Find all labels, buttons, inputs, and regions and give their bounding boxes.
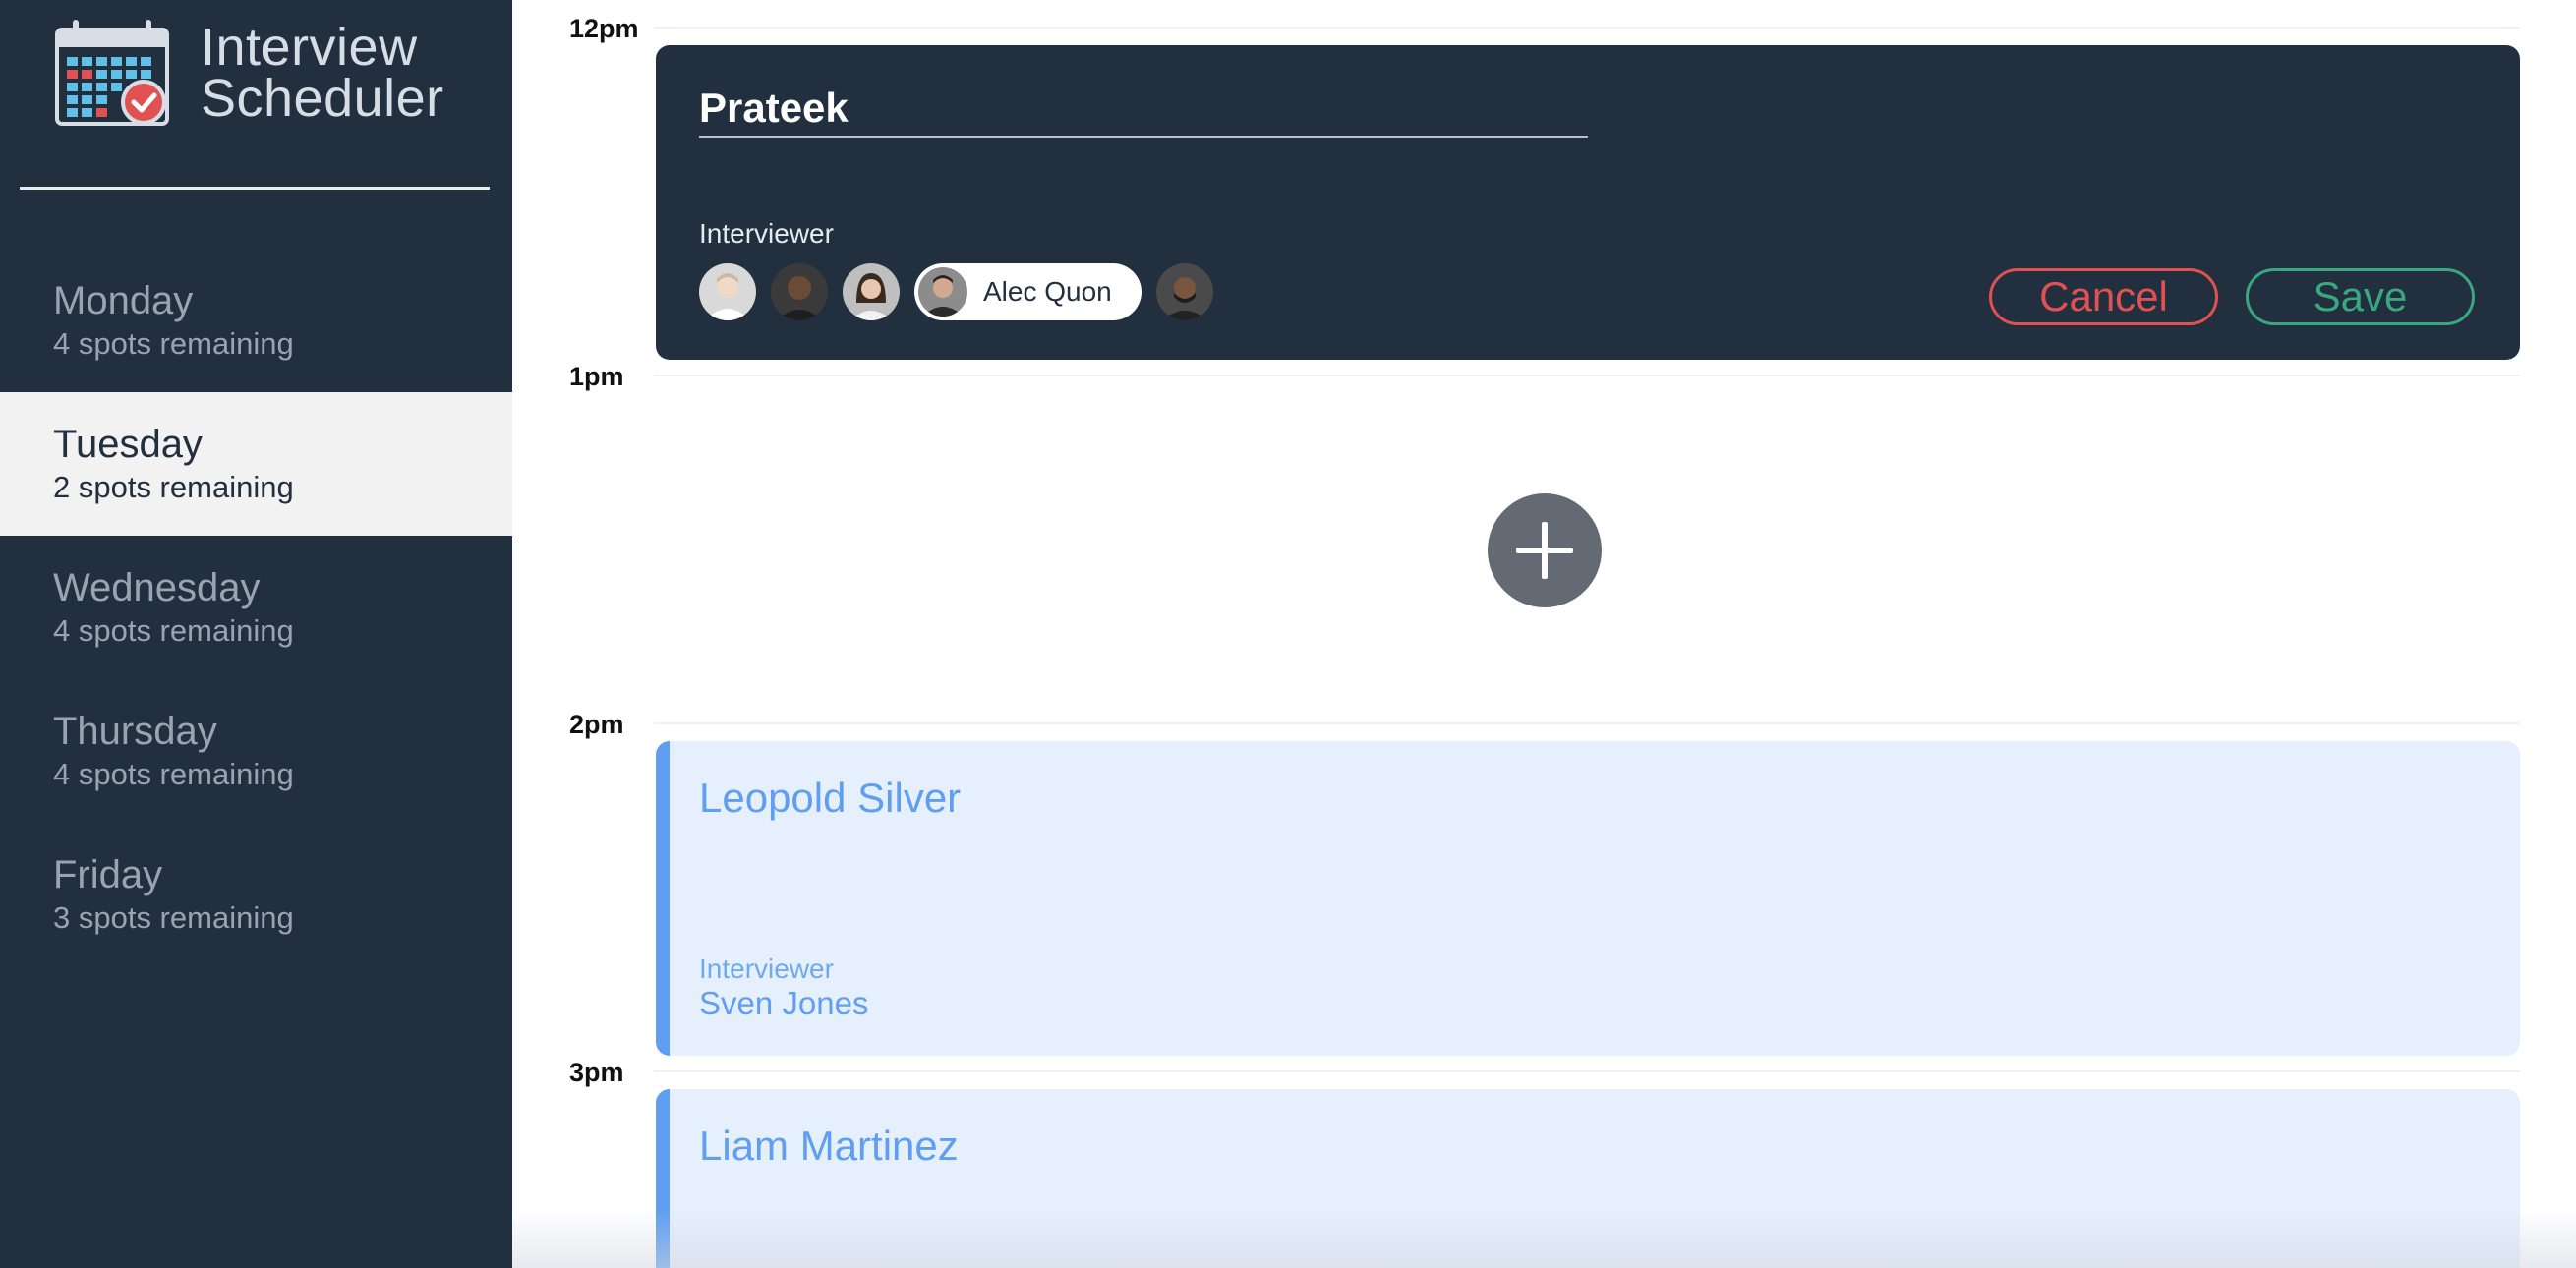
- hour-label-12pm: 12pm: [569, 14, 639, 43]
- hour-label-2pm: 2pm: [569, 710, 624, 739]
- person-icon: [771, 263, 828, 320]
- day-item-friday[interactable]: Friday 3 spots remaining: [0, 823, 512, 966]
- calendar-check-icon: [55, 20, 169, 126]
- sidebar-divider: [20, 187, 490, 190]
- person-icon: [699, 263, 756, 320]
- hour-label-1pm: 1pm: [569, 362, 624, 391]
- hour-divider: [654, 27, 2520, 29]
- hour-divider: [654, 722, 2520, 724]
- interviewer-avatar[interactable]: [1155, 263, 1213, 320]
- brand: Interview Scheduler: [53, 18, 444, 128]
- day-spots: 4 spots remaining: [53, 613, 294, 648]
- day-list: Monday 4 spots remaining Tuesday 2 spots…: [0, 249, 512, 966]
- day-name: Wednesday: [53, 566, 261, 609]
- scroll-shadow: [512, 1209, 2576, 1268]
- plus-icon: [1516, 522, 1573, 579]
- day-item-wednesday[interactable]: Wednesday 4 spots remaining: [0, 536, 512, 679]
- student-name-input[interactable]: [699, 81, 1588, 138]
- day-item-thursday[interactable]: Thursday 4 spots remaining: [0, 679, 512, 823]
- day-spots: 4 spots remaining: [53, 326, 294, 361]
- appointment-interviewer: Sven Jones: [699, 985, 869, 1021]
- hour-label-3pm: 3pm: [569, 1058, 624, 1087]
- appointment-student: Liam Martinez: [699, 1123, 959, 1169]
- day-name: Monday: [53, 279, 194, 322]
- appointment-form: Interviewer: [656, 45, 2520, 360]
- schedule: 12pm Interviewer: [512, 0, 2576, 1268]
- appointment-student: Leopold Silver: [699, 775, 962, 821]
- interviewer-list: Alec Quon: [699, 263, 1228, 320]
- selected-interviewer-name: Alec Quon: [983, 276, 1112, 307]
- sidebar: Interview Scheduler Monday 4 spots remai…: [0, 0, 512, 1268]
- app-title: Interview Scheduler: [201, 18, 444, 128]
- appointment-interviewer-label: Interviewer: [699, 953, 834, 984]
- appointment-card[interactable]: Leopold Silver Interviewer Sven Jones: [656, 741, 2520, 1056]
- add-appointment-button[interactable]: [1488, 493, 1602, 607]
- day-name: Friday: [53, 853, 163, 896]
- hour-divider: [654, 375, 2520, 376]
- app-title-line2: Scheduler: [201, 69, 444, 128]
- app-title-line1: Interview: [201, 18, 418, 77]
- interviewer-avatar[interactable]: [771, 263, 828, 320]
- day-item-tuesday[interactable]: Tuesday 2 spots remaining: [0, 392, 512, 536]
- person-icon: [918, 267, 967, 317]
- person-icon: [843, 263, 900, 320]
- save-button[interactable]: Save: [2246, 268, 2475, 325]
- cancel-button[interactable]: Cancel: [1989, 268, 2218, 325]
- day-spots: 2 spots remaining: [53, 470, 294, 504]
- interviewer-avatar: [918, 267, 967, 317]
- hour-divider: [654, 1070, 2520, 1072]
- day-name: Tuesday: [53, 423, 203, 466]
- interviewer-avatar[interactable]: [843, 263, 900, 320]
- day-spots: 3 spots remaining: [53, 900, 294, 935]
- interviewer-selected[interactable]: Alec Quon: [914, 263, 1142, 320]
- day-spots: 4 spots remaining: [53, 757, 294, 791]
- day-name: Thursday: [53, 710, 217, 753]
- day-item-monday[interactable]: Monday 4 spots remaining: [0, 249, 512, 392]
- app-root: Interview Scheduler Monday 4 spots remai…: [0, 0, 2576, 1268]
- interviewer-avatar[interactable]: [699, 263, 756, 320]
- person-icon: [1155, 263, 1213, 320]
- interviewer-heading: Interviewer: [699, 218, 834, 249]
